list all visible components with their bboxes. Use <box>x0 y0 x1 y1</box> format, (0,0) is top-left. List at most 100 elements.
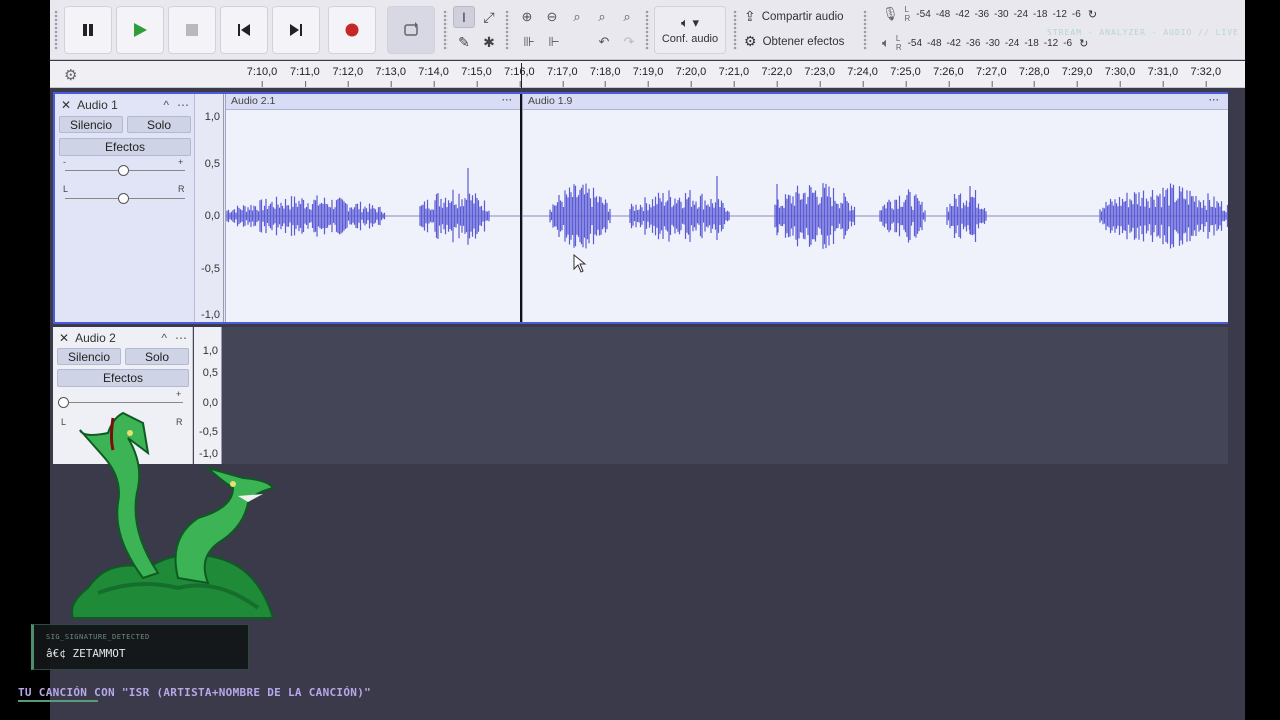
skip-to-start-button[interactable] <box>220 6 268 54</box>
pan-slider-knob[interactable] <box>118 193 129 204</box>
playhead-marker[interactable] <box>521 63 522 88</box>
meter-refresh-icon[interactable]: ↻ <box>1088 8 1097 21</box>
ruler-tick-label: 7:18,0 <box>589 66 621 87</box>
ruler-tick-label: 7:11,0 <box>290 66 320 87</box>
fit-selection-icon[interactable]: ⌕ <box>566 6 588 28</box>
timeline-ruler[interactable]: ⚙ 7:10,0 7:11,0 7:12,0 7:13,0 7:14,0 7:15,0 7:… <box>50 61 1245 88</box>
ruler-tick-label: 7:14,0 <box>418 66 449 87</box>
solo-button[interactable]: Solo <box>127 116 191 133</box>
toolbar-grip[interactable] <box>54 10 59 50</box>
gain-slider-knob[interactable] <box>58 397 69 408</box>
stop-button[interactable] <box>168 6 216 54</box>
ticker-text: TU CANCIÓN CON "ISR (ARTISTA+NOMBRE DE L… <box>18 686 372 699</box>
ruler-tick-label: 7:25,0 <box>890 66 921 87</box>
ruler-tick-label: 7:21,0 <box>718 66 750 87</box>
ruler-tick-label: 7:27,0 <box>976 66 1007 87</box>
ruler-tick-label: 7:20,0 <box>675 66 707 87</box>
ruler-tick-label: 7:10,0 <box>246 66 278 87</box>
toolbar: I ⤢ ✎ ✱ ⊕ ⊖ ⌕ ⌕ ⌕ ⊪ ⊩ ↶ ↷ 🔈︎ ▾ Conf. aud… <box>50 0 1245 60</box>
collapse-icon[interactable]: ^ <box>161 331 167 345</box>
track-control-panel: ✕ Audio 1 ^ ⋯ Silencio Solo Efectos - + L… <box>55 94 195 322</box>
envelope-tool-icon[interactable]: ⤢ <box>478 6 500 28</box>
toolbar-grip[interactable] <box>505 10 510 50</box>
toolbar-grip[interactable] <box>443 10 448 50</box>
mute-button[interactable]: Silencio <box>57 348 121 365</box>
screen: I ⤢ ✎ ✱ ⊕ ⊖ ⌕ ⌕ ⌕ ⊪ ⊩ ↶ ↷ 🔈︎ ▾ Conf. aud… <box>0 0 1280 720</box>
skip-to-end-button[interactable] <box>272 6 320 54</box>
pause-button[interactable] <box>64 6 112 54</box>
trim-icon[interactable]: ⊪ <box>518 31 540 53</box>
ruler-tick-label: 7:32,0 <box>1190 66 1222 87</box>
selection-tool-icon[interactable]: I <box>453 6 475 28</box>
skip-to-end-icon <box>290 24 302 36</box>
ruler-tick-label: 7:12,0 <box>332 66 364 87</box>
skip-to-start-icon <box>238 24 250 36</box>
track-menu-icon[interactable]: ⋯ <box>175 331 187 345</box>
loop-button[interactable] <box>387 6 435 54</box>
close-icon[interactable]: ✕ <box>59 331 69 345</box>
waveform[interactable] <box>225 111 1228 322</box>
silence-icon[interactable]: ⊩ <box>543 31 565 53</box>
toolbar-grip[interactable] <box>733 10 738 50</box>
clip-header[interactable]: Audio 2.1 ⋯ <box>226 94 521 110</box>
gain-slider-knob[interactable] <box>118 165 129 176</box>
solo-button[interactable]: Solo <box>125 348 189 365</box>
upload-icon: ⇪ <box>744 8 756 24</box>
ruler-tick-label: 7:31,0 <box>1147 66 1179 87</box>
effects-button[interactable]: Efectos <box>57 369 189 387</box>
redo-icon[interactable]: ↷ <box>618 31 640 53</box>
ruler-tick-label: 7:24,0 <box>847 66 878 87</box>
track-menu-icon[interactable]: ⋯ <box>177 98 189 112</box>
clip-menu-icon[interactable]: ⋯ <box>1209 93 1221 108</box>
ruler-tick-label: 7:16,0 <box>504 66 535 87</box>
ruler-tick-label: 7:15,0 <box>461 66 492 87</box>
pause-icon <box>83 24 93 36</box>
ruler-tick-label: 7:17,0 <box>547 66 578 87</box>
record-icon <box>345 23 359 37</box>
gain-slider[interactable] <box>63 402 183 403</box>
ruler-tick-label: 7:29,0 <box>1061 66 1093 87</box>
dragon-mascot-image <box>71 411 275 619</box>
zoom-toggle-icon[interactable]: ⌕ <box>616 6 638 28</box>
audio-setup-button[interactable]: 🔈︎ ▾ Conf. audio <box>654 6 726 54</box>
play-icon <box>134 23 147 37</box>
microphone-icon: 🎙︎ <box>882 6 899 21</box>
get-effects-button[interactable]: ⚙ Obtener efectos <box>744 33 844 50</box>
playback-meter-scale: -54 -48 -42 -36 -30 -24 -18 -12 -6 <box>907 37 1073 49</box>
stop-icon <box>186 24 198 36</box>
zoom-in-icon[interactable]: ⊕ <box>516 6 538 28</box>
clip-menu-icon[interactable]: ⋯ <box>502 93 514 108</box>
collapse-icon[interactable]: ^ <box>163 98 169 112</box>
effects-button[interactable]: Efectos <box>59 138 191 156</box>
track-name[interactable]: Audio 1 <box>77 98 118 112</box>
amplitude-scale: 1,0 0,5 0,0 -0,5 -1,0 <box>196 94 224 322</box>
fit-project-icon[interactable]: ⌕ <box>591 6 613 28</box>
toolbar-grip[interactable] <box>645 10 650 50</box>
record-meter-scale: -54 -48 -42 -36 -30 -24 -18 -12 -6 <box>916 8 1081 20</box>
clip-header[interactable]: Audio 1.9 ⋯ <box>523 94 1228 110</box>
multi-tool-icon[interactable]: ✱ <box>478 31 500 53</box>
meter-refresh-icon[interactable]: ↻ <box>1079 37 1088 50</box>
ruler-tick-label: 7:30,0 <box>1104 66 1136 87</box>
track-audio-1[interactable]: ✕ Audio 1 ^ ⋯ Silencio Solo Efectos - + L… <box>53 92 1228 324</box>
ruler-tick-label: 7:19,0 <box>632 66 664 87</box>
draw-tool-icon[interactable]: ✎ <box>453 31 475 53</box>
ruler-tick-label: 7:22,0 <box>761 66 793 87</box>
edit-cursor <box>520 94 522 322</box>
mute-button[interactable]: Silencio <box>59 116 123 133</box>
speaker-icon: 🔈︎ ▾ <box>681 15 699 30</box>
ruler-tick-label: 7:26,0 <box>933 66 964 87</box>
ruler-tick-label: 7:13,0 <box>375 66 406 87</box>
share-audio-button[interactable]: ⇪ Compartir audio <box>744 8 844 25</box>
undo-icon[interactable]: ↶ <box>593 31 615 53</box>
play-button[interactable] <box>116 6 164 54</box>
zoom-out-icon[interactable]: ⊖ <box>541 6 563 28</box>
stream-overlay-text: STREAM · ANALYZER · AUDIO // LIVE <box>1047 28 1239 37</box>
gear-icon[interactable]: ⚙ <box>64 66 77 84</box>
close-icon[interactable]: ✕ <box>61 98 71 112</box>
track-name[interactable]: Audio 2 <box>75 331 116 345</box>
record-button[interactable] <box>328 6 376 54</box>
signature-overlay: SIG_SIGNATURE_DETECTED â€¢ ZETAMMOT <box>31 624 249 670</box>
toolbar-grip[interactable] <box>863 10 868 50</box>
record-meter[interactable]: 🎙︎ LR -54 -48 -42 -36 -30 -24 -18 -12 -6 ↻ <box>882 5 1097 23</box>
